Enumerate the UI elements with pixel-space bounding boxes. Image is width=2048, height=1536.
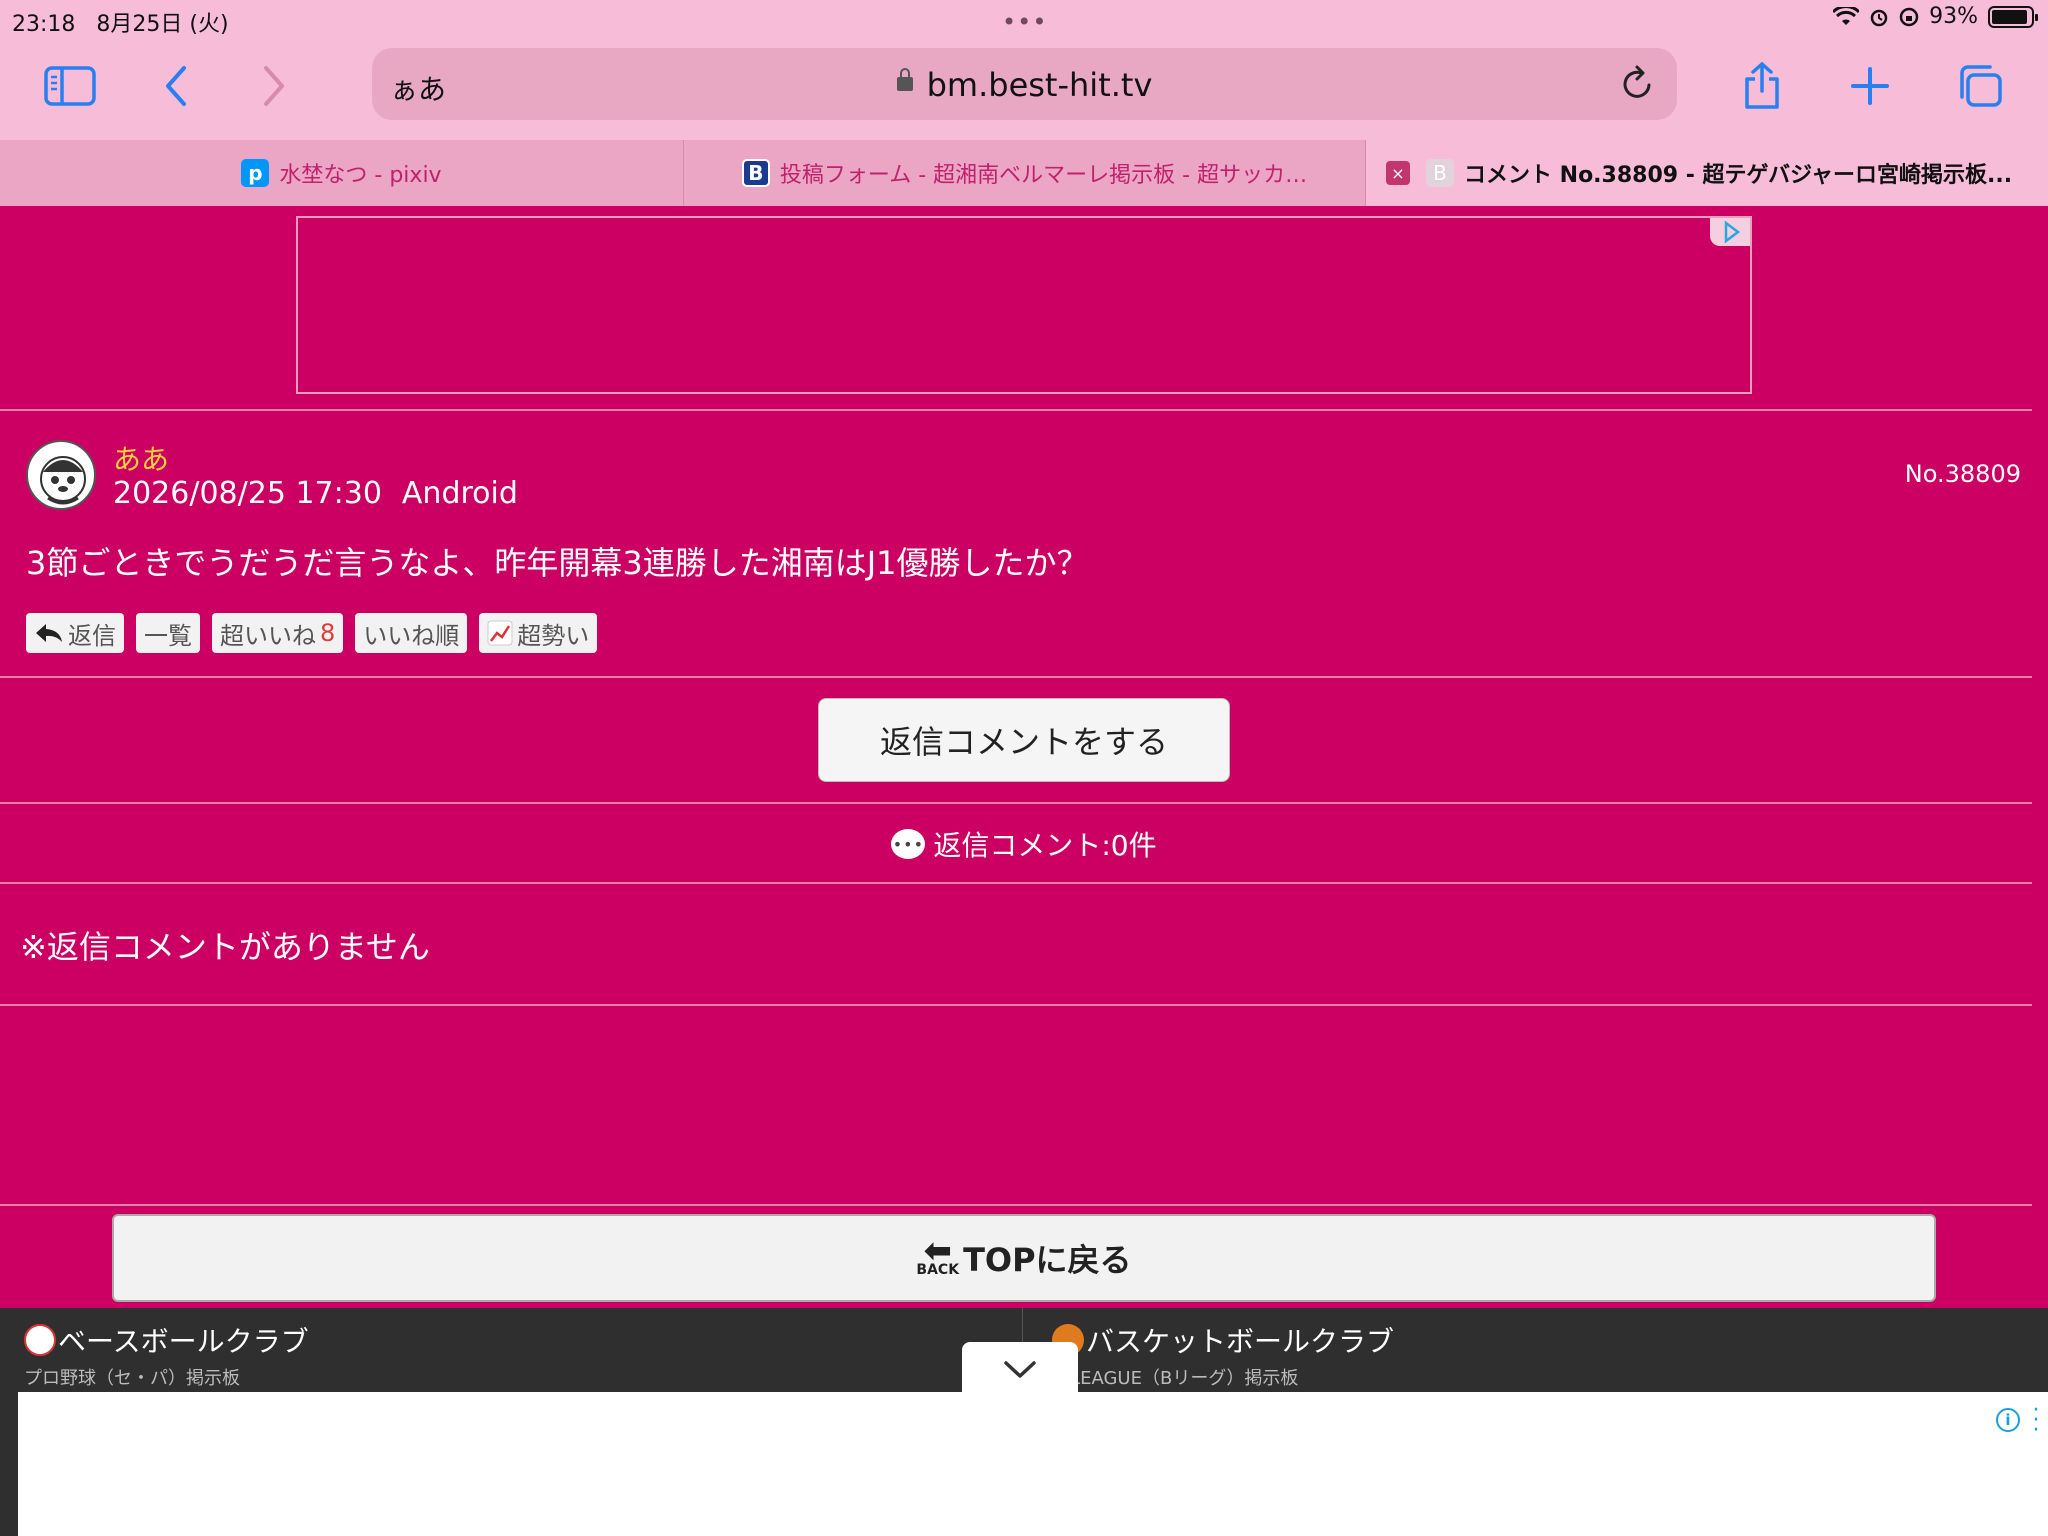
reply-count-text: 返信コメント:0件 [933, 829, 1157, 862]
ad-banner-top[interactable] [296, 216, 1752, 394]
collapse-ad-button[interactable] [962, 1342, 1078, 1398]
tab-label: コメント No.38809 - 超テゲバジャーロ宮崎掲示板... [1464, 163, 2013, 188]
back-icon[interactable] [146, 58, 206, 114]
speech-bubble-icon: ••• [891, 829, 926, 859]
divider [0, 1204, 2032, 1206]
momentum-button[interactable]: 超勢い [479, 613, 598, 653]
reply-count: ••• 返信コメント:0件 [0, 824, 2048, 864]
site-favicon-icon: B [1426, 159, 1454, 187]
super-like-button[interactable]: 超いいね 8 [212, 613, 344, 653]
divider [0, 1004, 2032, 1006]
post-datetime: 2026/08/25 17:30 [113, 476, 382, 511]
reply-comment-button[interactable]: 返信コメントをする [818, 698, 1230, 782]
ad-info-icon[interactable]: i [1996, 1408, 2020, 1432]
basketball-club-link[interactable]: バスケットボールクラブ B.LEAGUE（Bリーグ）掲示板 [1052, 1320, 1394, 1390]
divider [0, 409, 2032, 411]
tab-post-form[interactable]: B 投稿フォーム - 超湘南ベルマーレ掲示板 - 超サッカ… [684, 140, 1366, 206]
battery-percent: 93% [1929, 4, 1978, 29]
status-bar: 23:18 8月25日 (火) ••• 93% [0, 0, 2048, 40]
post-number: No.38809 [1904, 460, 2021, 488]
post-actions: 返信 一覧 超いいね 8 いいね順 超勢い [26, 613, 598, 653]
baseball-icon [24, 1324, 56, 1356]
post-device: Android [401, 476, 518, 511]
avatar [26, 440, 96, 510]
url-text: bm.best-hit.tv [926, 66, 1153, 104]
back-to-top-label: TOPに戻る [963, 1241, 1132, 1279]
chevron-down-icon [1004, 1361, 1036, 1378]
page-content: ああ 2026/08/25 17:30 Android No.38809 3節ごと… [0, 206, 2048, 1536]
status-date: 8月25日 (火) [96, 12, 229, 37]
divider [0, 802, 2032, 804]
reply-action-button[interactable]: 返信 [26, 613, 124, 653]
super-like-count: 8 [320, 619, 336, 647]
new-tab-icon[interactable] [1840, 58, 1900, 114]
post-meta: 2026/08/25 17:30 Android [113, 476, 518, 511]
battery-icon [1988, 5, 2038, 28]
like-order-button[interactable]: いいね順 [355, 613, 468, 653]
site-favicon-icon: B [741, 159, 770, 187]
tab-bar: p 水埜なつ - pixiv B 投稿フォーム - 超湘南ベルマーレ掲示板 - … [0, 140, 2048, 206]
ad-more-icon[interactable]: · · · [2032, 1400, 2040, 1442]
multitasking-dots-icon[interactable]: ••• [1002, 8, 1047, 36]
lock-icon [896, 68, 913, 91]
back-to-top-button[interactable]: ⬅ BACK TOPに戻る [112, 1214, 1936, 1302]
tab-pixiv[interactable]: p 水埜なつ - pixiv [0, 140, 684, 206]
post-body: 3節ごときでうだうだ言うなよ、昨年開幕3連勝した湘南はJ1優勝したか？ [26, 544, 1089, 582]
rotation-lock-icon [1899, 7, 1919, 26]
back-arrow-icon: ⬅ BACK [916, 1231, 960, 1278]
no-reply-message: ※返信コメントがありません [20, 928, 430, 966]
divider [0, 676, 2032, 678]
close-tab-icon[interactable]: × [1386, 161, 1410, 185]
browser-toolbar: ぁあ bm.best-hit.tv [0, 40, 2048, 140]
chart-increasing-icon [487, 620, 513, 646]
address-bar[interactable]: ぁあ bm.best-hit.tv [372, 48, 1677, 120]
tab-label: 投稿フォーム - 超湘南ベルマーレ掲示板 - 超サッカ… [779, 163, 1308, 188]
reload-icon[interactable] [1619, 64, 1655, 106]
adchoices-icon[interactable] [1710, 218, 1750, 246]
tab-comment-active[interactable]: × B コメント No.38809 - 超テゲバジャーロ宮崎掲示板... [1366, 140, 2048, 206]
forward-icon[interactable] [244, 58, 304, 114]
post-username[interactable]: ああ [113, 438, 169, 478]
baseball-club-link[interactable]: ベースボールクラブ プロ野球（セ・パ）掲示板 [24, 1320, 309, 1390]
reply-arrow-icon [36, 624, 62, 642]
divider [0, 882, 2032, 884]
share-icon[interactable] [1732, 58, 1792, 114]
tabs-overview-icon[interactable] [1950, 58, 2010, 114]
wifi-icon [1833, 6, 1860, 25]
status-time: 23:18 8月25日 (火) [12, 12, 229, 37]
tab-label: 水埜なつ - pixiv [279, 163, 442, 188]
ad-banner-bottom[interactable]: i · · · [18, 1392, 2048, 1536]
pixiv-favicon-icon: p [241, 159, 270, 187]
list-action-button[interactable]: 一覧 [136, 613, 200, 653]
sidebar-icon[interactable] [40, 58, 100, 114]
alarm-icon [1870, 9, 1888, 26]
